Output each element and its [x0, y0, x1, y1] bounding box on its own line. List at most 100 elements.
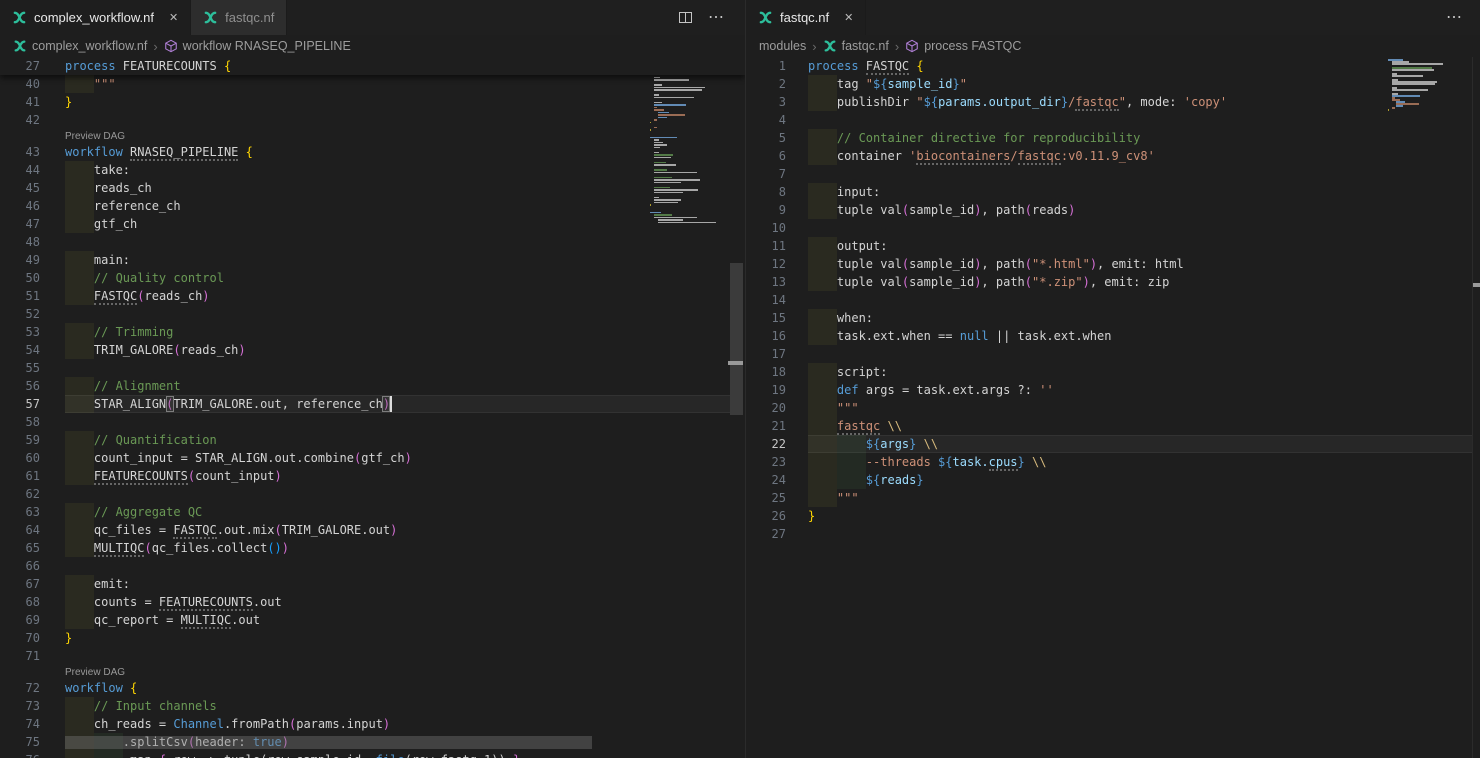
line-number[interactable]: 18 [746, 363, 786, 381]
line-number[interactable]: 14 [746, 291, 786, 309]
tab-fastqc.nf[interactable]: fastqc.nf✕ [746, 0, 866, 35]
line-number[interactable]: 19 [746, 381, 786, 399]
line-number[interactable]: 63 [0, 503, 40, 521]
code-line-22[interactable]: 22 ${args} \\ [746, 435, 1480, 453]
line-number[interactable]: 76 [0, 751, 40, 758]
code-line-1[interactable]: 1process FASTQC { [746, 57, 1480, 75]
line-number[interactable]: 55 [0, 359, 40, 377]
code-line-55[interactable]: 55 [0, 359, 745, 377]
code-line-57[interactable]: 57 STAR_ALIGN(TRIM_GALORE.out, reference… [0, 395, 745, 413]
line-number[interactable]: 27 [746, 525, 786, 543]
line-number[interactable]: 58 [0, 413, 40, 431]
code-line-62[interactable]: 62 [0, 485, 745, 503]
line-number[interactable]: 51 [0, 287, 40, 305]
line-number[interactable]: 43 [0, 143, 40, 161]
breadcrumb-item[interactable]: modules [759, 39, 806, 53]
line-number[interactable]: 47 [0, 215, 40, 233]
line-number[interactable]: 52 [0, 305, 40, 323]
line-number[interactable]: 45 [0, 179, 40, 197]
code-line-19[interactable]: 19 def args = task.ext.args ?: '' [746, 381, 1480, 399]
line-number[interactable]: 59 [0, 431, 40, 449]
code-line-76[interactable]: 76 .map { row -> tuple(row.sample_id, fi… [0, 751, 745, 758]
line-number[interactable]: 46 [0, 197, 40, 215]
code-line-70[interactable]: 70} [0, 629, 745, 647]
line-number[interactable]: 60 [0, 449, 40, 467]
codelens-link[interactable]: Preview DAG [65, 666, 125, 679]
code-line-42[interactable]: 42 [0, 111, 745, 129]
code-line-5[interactable]: 5 // Container directive for reproducibi… [746, 129, 1480, 147]
breadcrumb-item[interactable]: complex_workflow.nf [13, 39, 147, 53]
line-number[interactable]: 49 [0, 251, 40, 269]
breadcrumb-item[interactable]: workflow RNASEQ_PIPELINE [164, 39, 351, 53]
code-line-63[interactable]: 63 // Aggregate QC [0, 503, 745, 521]
code-line-43[interactable]: 43workflow RNASEQ_PIPELINE { [0, 143, 745, 161]
editor-left[interactable]: 40 """41}42Preview DAG43workflow RNASEQ_… [0, 57, 745, 758]
code-line-72[interactable]: 72workflow { [0, 679, 745, 697]
line-number[interactable]: 44 [0, 161, 40, 179]
code-line-4[interactable]: 4 [746, 111, 1480, 129]
code-line-51[interactable]: 51 FASTQC(reads_ch) [0, 287, 745, 305]
code-line-68[interactable]: 68 counts = FEATURECOUNTS.out [0, 593, 745, 611]
code-line-8[interactable]: 8 input: [746, 183, 1480, 201]
code-line-58[interactable]: 58 [0, 413, 745, 431]
code-line-50[interactable]: 50 // Quality control [0, 269, 745, 287]
code-line-41[interactable]: 41} [0, 93, 745, 111]
line-number[interactable]: 65 [0, 539, 40, 557]
code-line-24[interactable]: 24 ${reads} [746, 471, 1480, 489]
line-number[interactable]: 70 [0, 629, 40, 647]
code-line-6[interactable]: 6 container 'biocontainers/fastqc:v0.11.… [746, 147, 1480, 165]
code-line-64[interactable]: 64 qc_files = FASTQC.out.mix(TRIM_GALORE… [0, 521, 745, 539]
code-line-26[interactable]: 26} [746, 507, 1480, 525]
code-line-27[interactable]: 27 [746, 525, 1480, 543]
line-number[interactable]: 8 [746, 183, 786, 201]
code-line-44[interactable]: 44 take: [0, 161, 745, 179]
line-number[interactable]: 57 [0, 395, 40, 413]
code-line-52[interactable]: 52 [0, 305, 745, 323]
line-number[interactable]: 56 [0, 377, 40, 395]
code-line-17[interactable]: 17 [746, 345, 1480, 363]
code-line-71[interactable]: 71 [0, 647, 745, 665]
code-line-40[interactable]: 40 """ [0, 75, 745, 93]
line-number[interactable]: 3 [746, 93, 786, 111]
line-number[interactable]: 66 [0, 557, 40, 575]
line-number[interactable]: 26 [746, 507, 786, 525]
line-number[interactable]: 48 [0, 233, 40, 251]
code-line-66[interactable]: 66 [0, 557, 745, 575]
code-line-11[interactable]: 11 output: [746, 237, 1480, 255]
code-line-54[interactable]: 54 TRIM_GALORE(reads_ch) [0, 341, 745, 359]
line-number[interactable]: 54 [0, 341, 40, 359]
line-number[interactable]: 12 [746, 255, 786, 273]
line-number[interactable]: 9 [746, 201, 786, 219]
code-line-69[interactable]: 69 qc_report = MULTIQC.out [0, 611, 745, 629]
code-line-18[interactable]: 18 script: [746, 363, 1480, 381]
line-number[interactable]: 4 [746, 111, 786, 129]
line-number[interactable]: 24 [746, 471, 786, 489]
line-number[interactable]: 61 [0, 467, 40, 485]
codelens-link[interactable]: Preview DAG [65, 130, 125, 143]
minimap[interactable] [650, 57, 732, 237]
line-number[interactable]: 64 [0, 521, 40, 539]
horizontal-scrollbar-thumb[interactable] [65, 736, 592, 749]
code-line-61[interactable]: 61 FEATURECOUNTS(count_input) [0, 467, 745, 485]
code-line-59[interactable]: 59 // Quantification [0, 431, 745, 449]
minimap[interactable] [1388, 57, 1463, 115]
code-line-60[interactable]: 60 count_input = STAR_ALIGN.out.combine(… [0, 449, 745, 467]
tab-fastqc.nf[interactable]: fastqc.nf [191, 0, 287, 35]
code-line-48[interactable]: 48 [0, 233, 745, 251]
line-number[interactable]: 62 [0, 485, 40, 503]
breadcrumb-item[interactable]: process FASTQC [905, 39, 1021, 53]
code-line-56[interactable]: 56 // Alignment [0, 377, 745, 395]
vertical-scrollbar-thumb[interactable] [730, 263, 743, 415]
line-number[interactable]: 71 [0, 647, 40, 665]
code-line-20[interactable]: 20 """ [746, 399, 1480, 417]
code-line-13[interactable]: 13 tuple val(sample_id), path("*.zip"), … [746, 273, 1480, 291]
code-line-47[interactable]: 47 gtf_ch [0, 215, 745, 233]
line-number[interactable]: 50 [0, 269, 40, 287]
line-number[interactable]: 21 [746, 417, 786, 435]
line-number[interactable]: 67 [0, 575, 40, 593]
line-number[interactable]: 53 [0, 323, 40, 341]
line-number[interactable]: 23 [746, 453, 786, 471]
line-number[interactable]: 68 [0, 593, 40, 611]
code-line-65[interactable]: 65 MULTIQC(qc_files.collect()) [0, 539, 745, 557]
line-number[interactable]: 41 [0, 93, 40, 111]
